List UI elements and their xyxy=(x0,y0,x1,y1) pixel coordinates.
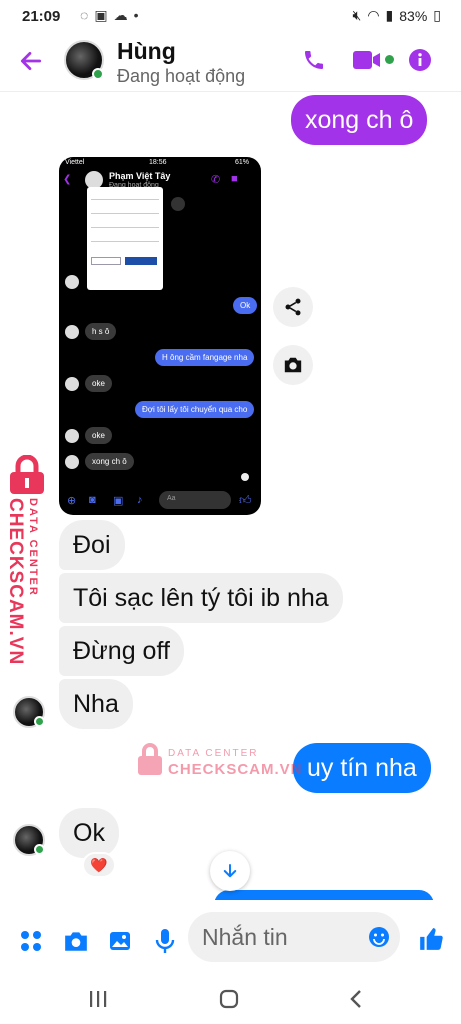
mini-avatar xyxy=(65,377,79,391)
mini-avatar xyxy=(65,455,79,469)
mini-input: Aa xyxy=(159,491,231,509)
mini-bubble-out: H ông cầm fangage nha xyxy=(155,349,255,366)
mini-video-icon: ■ xyxy=(231,173,238,185)
back-icon[interactable] xyxy=(348,988,364,1010)
system-nav-bar xyxy=(0,976,461,1024)
notification-icons: ◌ ▣ ☁ • xyxy=(80,7,138,24)
mini-gallery-icon: ▣ xyxy=(113,495,124,507)
save-photo-button[interactable] xyxy=(273,345,313,385)
messenger-icon: ◌ xyxy=(80,7,89,23)
chat-header: Hùng Đang hoạt động xyxy=(0,32,461,92)
mini-battery: 61% xyxy=(235,159,250,166)
mini-avatar xyxy=(65,325,79,339)
watermark-center-line1: DATA CENTER xyxy=(168,748,259,759)
mini-mic-icon: ♪ xyxy=(137,494,143,506)
mini-document-card xyxy=(87,187,163,290)
watermark-lock-logo xyxy=(6,454,48,495)
message-input-placeholder: Nhắn tin xyxy=(202,924,288,950)
system-icons: 🔇︎ ◠ ▮ 83% ▯ xyxy=(352,7,441,24)
mini-input-placeholder: Aa xyxy=(167,495,176,502)
video-active-dot xyxy=(385,55,394,64)
watermark-side-line1: DATA CENTER xyxy=(27,498,39,597)
signal-icon: ▮ xyxy=(385,7,394,23)
watermark-side-line2: CHECKSCAM.VN xyxy=(5,498,26,666)
like-icon[interactable] xyxy=(418,926,444,952)
mini-contact-name: Phạm Việt Tây xyxy=(109,171,171,181)
message-outgoing[interactable]: uy tín nha xyxy=(293,743,431,793)
status-time: 21:09 xyxy=(22,8,61,25)
recents-icon[interactable] xyxy=(88,990,108,1008)
shared-screenshot-image[interactable]: Viettel 18:56 61% ❮ Phạm Việt Tây Đang h… xyxy=(59,157,261,515)
message-incoming[interactable]: Nha xyxy=(59,679,133,729)
message-outgoing[interactable]: xong ch ô xyxy=(291,95,428,145)
mini-share-icon xyxy=(171,197,185,211)
heart-reaction[interactable]: ❤️ xyxy=(82,852,116,878)
mini-bubble-in: oke xyxy=(85,427,112,444)
camera-icon[interactable] xyxy=(63,929,89,953)
mini-bubble-out: Ok xyxy=(233,297,258,314)
battery-text: 83% xyxy=(399,7,428,24)
message-incoming[interactable]: Tôi sạc lên tý tôi ib nha xyxy=(59,573,343,623)
mini-bubble-in: xong ch ô xyxy=(85,453,134,470)
mini-bubble-out: Đợi tôi lấy tôi chuyển qua cho xyxy=(135,401,255,418)
message-incoming[interactable]: Ok xyxy=(59,808,119,858)
cloud-icon: ☁ xyxy=(113,7,128,23)
scroll-to-bottom-button[interactable] xyxy=(210,851,250,891)
apps-icon[interactable] xyxy=(20,930,42,952)
mic-icon[interactable] xyxy=(155,928,175,954)
mini-like-icon: 👍︎ xyxy=(239,493,252,507)
image-icon: ▣ xyxy=(94,7,108,23)
watermark-lock-logo xyxy=(136,742,164,776)
mini-phone-icon: ✆ xyxy=(211,174,221,186)
mute-icon: 🔇︎ xyxy=(352,7,362,23)
online-indicator xyxy=(34,716,45,727)
battery-icon: ▯ xyxy=(433,7,441,23)
camera-icon xyxy=(284,357,302,373)
contact-name[interactable]: Hùng xyxy=(117,38,176,65)
arrow-down-icon xyxy=(223,864,237,878)
mini-seen-dot xyxy=(241,473,249,481)
mini-back-icon: ❮ xyxy=(63,174,72,185)
mini-time: 18:56 xyxy=(149,159,167,166)
gallery-icon[interactable] xyxy=(108,929,132,953)
info-icon[interactable] xyxy=(408,48,432,72)
message-input[interactable]: Nhắn tin xyxy=(188,912,400,962)
message-composer: Nhắn tin xyxy=(0,900,461,976)
mini-avatar xyxy=(65,275,79,289)
share-button[interactable] xyxy=(273,287,313,327)
message-incoming[interactable]: Đoi xyxy=(59,520,125,570)
online-indicator xyxy=(34,844,45,855)
mini-avatar xyxy=(65,429,79,443)
dot-icon: • xyxy=(133,7,139,23)
mini-bubble-in: h s ô xyxy=(85,323,117,340)
online-indicator xyxy=(92,68,104,80)
mini-camera-icon: ◙ xyxy=(89,494,96,506)
mini-plus-icon: ⊕ xyxy=(67,495,77,507)
home-icon[interactable] xyxy=(218,988,240,1010)
wifi-icon: ◠ xyxy=(367,7,380,23)
presence-status: Đang hoạt động xyxy=(117,66,246,86)
back-arrow-icon[interactable] xyxy=(18,48,44,74)
status-bar: 21:09 ◌ ▣ ☁ • 🔇︎ ◠ ▮ 83% ▯ xyxy=(0,0,461,32)
message-incoming[interactable]: Đừng off xyxy=(59,626,184,676)
video-call-icon[interactable] xyxy=(352,49,382,71)
watermark-center-line2: CHECKSCAM.VN xyxy=(168,761,303,778)
share-icon xyxy=(285,298,301,316)
phone-icon[interactable] xyxy=(302,48,326,72)
mini-bubble-in: oke xyxy=(85,375,112,392)
mini-carrier: Viettel xyxy=(65,159,85,166)
emoji-icon[interactable] xyxy=(368,926,390,948)
